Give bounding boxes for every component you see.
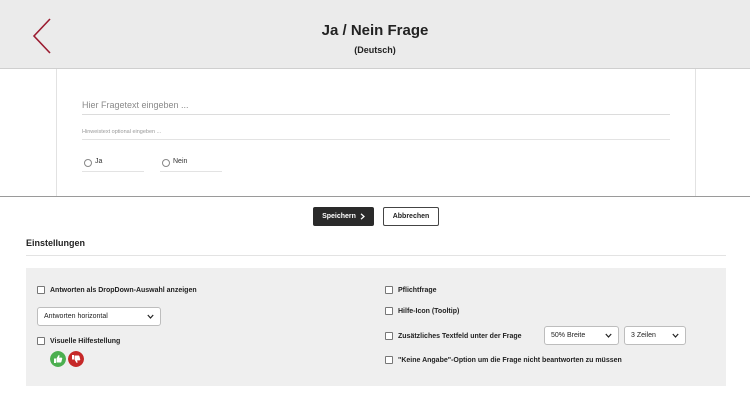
chevron-right-icon [360,213,365,220]
help-icon-row[interactable]: Hilfe-Icon (Tooltip) [385,307,459,315]
extra-textfield-row[interactable]: Zusätzliches Textfeld unter der Frage [385,332,522,340]
answer-layout-select[interactable]: Antworten horizontal [37,307,161,326]
hint-text-input[interactable] [82,124,670,140]
chevron-down-icon [672,333,679,338]
dropdown-option-checkbox[interactable] [37,286,45,294]
textfield-width-value: 50% Breite [551,332,586,339]
dropdown-option-label: Antworten als DropDown-Auswahl anzeigen [50,286,197,294]
chevron-down-icon [605,333,612,338]
answer-label-nein: Nein [173,158,188,165]
page-header: Ja / Nein Frage (Deutsch) [0,0,750,69]
visual-help-row[interactable]: Visuelle Hilfestellung [37,337,120,345]
textfield-rows-select[interactable]: 3 Zeilen [624,326,686,345]
preview-divider [0,196,750,197]
page-subtitle: (Deutsch) [354,45,396,55]
required-checkbox[interactable] [385,286,393,294]
answer-layout-value: Antworten horizontal [44,313,108,320]
radio-nein[interactable] [162,159,170,167]
answer-label-ja: Ja [95,158,103,165]
dropdown-option-row[interactable]: Antworten als DropDown-Auswahl anzeigen [37,286,197,294]
visual-help-label: Visuelle Hilfestellung [50,337,121,345]
save-button[interactable]: Speichern [313,207,374,226]
textfield-rows-value: 3 Zeilen [631,332,656,339]
radio-ja[interactable] [84,159,92,167]
extra-textfield-checkbox[interactable] [385,332,393,340]
required-label: Pflichtfrage [398,286,437,294]
settings-divider [26,255,726,256]
no-answer-option-checkbox[interactable] [385,356,393,364]
no-answer-option-row[interactable]: "Keine Angabe"-Option um die Frage nicht… [385,356,622,364]
chevron-down-icon [147,314,154,319]
visual-help-checkbox[interactable] [37,337,45,345]
no-answer-option-label: "Keine Angabe"-Option um die Frage nicht… [398,356,622,364]
save-button-label: Speichern [322,213,356,220]
answer-option-ja[interactable]: Ja [82,156,144,172]
page-title: Ja / Nein Frage [321,22,429,39]
thumbs-down-icon [68,351,84,367]
cancel-button-label: Abbrechen [392,213,430,220]
settings-heading: Einstellungen [26,238,86,248]
help-icon-checkbox[interactable] [385,307,393,315]
answer-option-nein[interactable]: Nein [160,156,222,172]
thumbs-up-icon [50,351,66,367]
cancel-button[interactable]: Abbrechen [383,207,439,226]
extra-textfield-label: Zusätzliches Textfeld unter der Frage [398,332,522,340]
help-icon-label: Hilfe-Icon (Tooltip) [398,307,460,315]
question-text-input[interactable] [82,95,670,115]
textfield-width-select[interactable]: 50% Breite [544,326,619,345]
required-row[interactable]: Pflichtfrage [385,286,437,294]
